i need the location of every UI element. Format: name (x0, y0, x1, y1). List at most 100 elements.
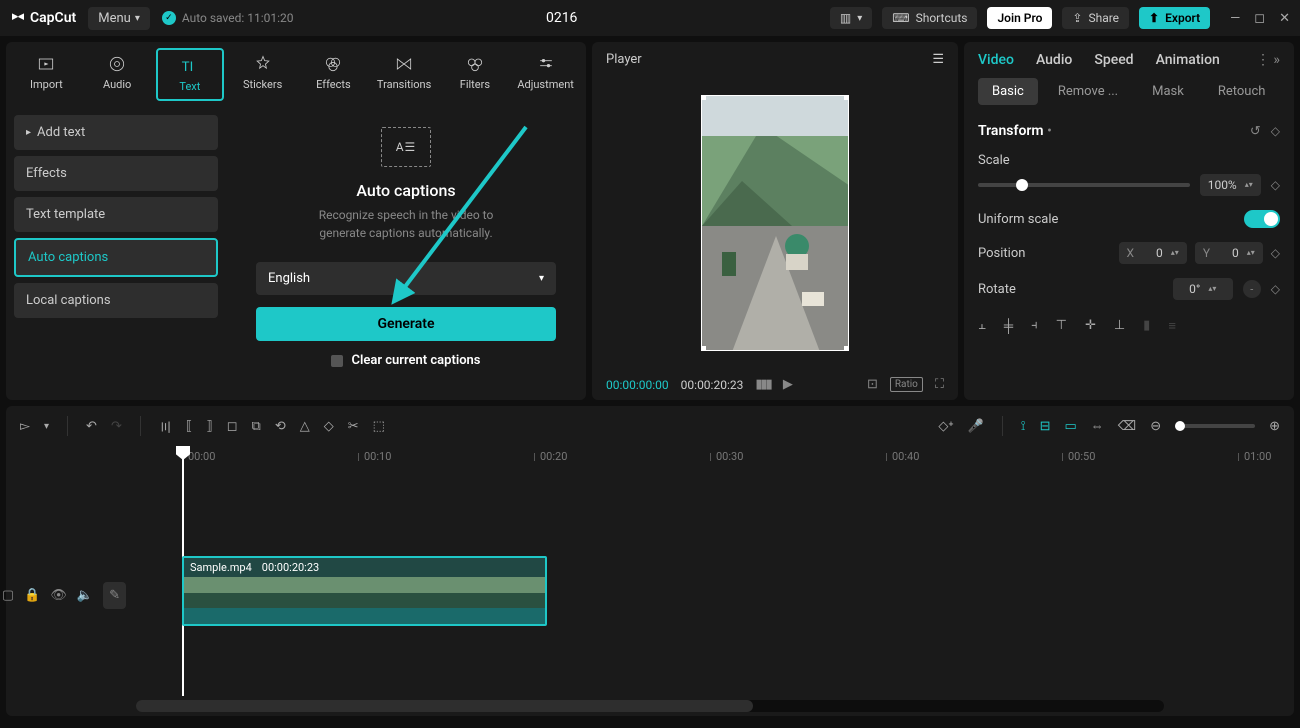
rotate-tool-icon[interactable]: ◇ (324, 419, 334, 434)
crop-icon[interactable]: ◻ (227, 419, 238, 434)
project-title[interactable]: 0216 (306, 10, 818, 26)
minimize-button[interactable]: — (1230, 11, 1240, 26)
export-button[interactable]: ⬆Export (1139, 7, 1210, 29)
align-top-icon[interactable]: ⊤ (1056, 318, 1067, 334)
layout-button[interactable]: ▥▾ (830, 7, 872, 29)
flip-h-icon[interactable]: ▮ (1143, 318, 1150, 334)
tab-animation[interactable]: Animation (1156, 52, 1220, 68)
delete-icon[interactable]: ⌫ (1118, 419, 1136, 434)
pointer-tool-icon[interactable]: ▻ (20, 419, 30, 434)
video-preview[interactable] (701, 95, 849, 351)
tab-audio-prop[interactable]: Audio (1036, 52, 1072, 68)
subtab-retouch[interactable]: Retouch (1204, 78, 1280, 105)
lock-icon[interactable]: 🔒 (24, 588, 40, 603)
subtab-mask[interactable]: Mask (1138, 78, 1198, 105)
tab-text[interactable]: TIText (156, 48, 225, 101)
edit-track-icon[interactable]: ✎ (103, 582, 126, 609)
tab-import[interactable]: Import (14, 48, 79, 101)
timeline-tracks[interactable]: Sample.mp4 00:00:20:23 (136, 470, 1294, 696)
snap-icon[interactable]: ⊡ (867, 377, 878, 392)
chevron-down-icon[interactable]: ▾ (44, 421, 49, 432)
timeline-scrollbar[interactable] (136, 700, 1164, 712)
video-clip[interactable]: Sample.mp4 00:00:20:23 (182, 556, 547, 626)
link-toggle-icon[interactable]: ⊟ (1040, 419, 1051, 434)
undo-icon[interactable]: ↶ (86, 419, 97, 434)
split-icon[interactable]: 〣 (159, 417, 172, 436)
transform-reset[interactable]: ↺◇ (1250, 124, 1280, 139)
shortcuts-button[interactable]: ⌨Shortcuts (882, 7, 977, 29)
mute-icon[interactable]: 🔈 (77, 588, 93, 603)
sidebar-item-add-text[interactable]: ▸Add text (14, 115, 218, 150)
zoom-slider[interactable] (1175, 424, 1255, 428)
player-body[interactable] (592, 77, 958, 369)
keyframe-icon[interactable]: ◇ (1271, 246, 1280, 260)
player-menu-icon[interactable]: ☰ (932, 52, 944, 67)
tab-audio[interactable]: Audio (85, 48, 150, 101)
copy-icon[interactable]: ⧉ (252, 419, 261, 434)
align-center-h-icon[interactable]: ╪ (1004, 318, 1013, 334)
grid-icon[interactable]: ▮▮▮ (755, 377, 770, 392)
magnet-icon[interactable]: ◇⁺ (938, 419, 953, 434)
zoom-in-icon[interactable]: ⊕ (1269, 419, 1280, 434)
menu-button[interactable]: Menu ▾ (88, 7, 150, 30)
sidebar-item-text-template[interactable]: Text template (14, 197, 218, 232)
expand-icon[interactable]: ⇔ (1091, 418, 1104, 434)
clear-captions-checkbox[interactable]: Clear current captions (331, 353, 480, 368)
collapse-icon[interactable]: ▢ (2, 588, 14, 603)
maximize-button[interactable]: ◻ (1254, 11, 1265, 26)
align-right-icon[interactable]: ⫞ (1031, 318, 1038, 334)
pro-tool-icon[interactable]: ⬚ (373, 419, 385, 434)
sidebar-item-effects[interactable]: Effects (14, 156, 218, 191)
scale-slider[interactable] (978, 183, 1190, 187)
uniform-scale-toggle[interactable] (1244, 210, 1280, 228)
reset-icon[interactable]: ↺ (1250, 124, 1261, 139)
scale-value-input[interactable]: 100%▴▾ (1200, 174, 1261, 196)
rotate-dial-icon[interactable]: - (1243, 280, 1261, 298)
language-select[interactable]: English ▾ (256, 262, 556, 295)
play-button[interactable]: ▶ (783, 377, 793, 392)
align-left-icon[interactable]: ⫠ (978, 318, 986, 334)
flip-v-icon[interactable]: ≡ (1168, 318, 1176, 334)
fullscreen-icon[interactable]: ⛶ (935, 377, 944, 392)
keyframe-icon[interactable]: ◇ (1271, 178, 1280, 192)
tab-adjustment[interactable]: Adjustment (513, 48, 578, 101)
share-button[interactable]: ⇪Share (1062, 7, 1129, 29)
mirror-icon[interactable]: △ (300, 419, 310, 434)
eye-icon[interactable]: 👁 (50, 588, 67, 603)
tab-stickers[interactable]: Stickers (230, 48, 295, 101)
redo-icon[interactable]: ↷ (111, 419, 122, 434)
subtab-basic[interactable]: Basic (978, 78, 1038, 105)
stepper-icon[interactable]: ▴▾ (1245, 181, 1253, 189)
subtab-remove-bg[interactable]: Remove ... (1044, 78, 1132, 105)
timeline-ruler[interactable]: 00:00 00:10 00:20 00:30 00:40 00:50 01:0… (136, 446, 1294, 470)
align-bottom-icon[interactable]: ⊥ (1114, 318, 1125, 334)
keyframe-icon[interactable]: ◇ (1271, 124, 1280, 139)
tab-speed[interactable]: Speed (1094, 52, 1133, 68)
tab-video[interactable]: Video (978, 52, 1014, 68)
snap-toggle-icon[interactable]: ⟟ (1021, 419, 1026, 434)
more-tabs-icon[interactable]: ⋮ » (1256, 52, 1280, 68)
sidebar-item-auto-captions[interactable]: Auto captions (14, 238, 218, 277)
keyframe-icon[interactable]: ◇ (1271, 282, 1280, 296)
scrollbar-thumb[interactable] (136, 700, 753, 712)
ratio-button[interactable]: Ratio (890, 377, 923, 392)
align-center-v-icon[interactable]: ✛ (1085, 318, 1096, 334)
preview-toggle-icon[interactable]: ▭ (1065, 419, 1077, 434)
sidebar-item-local-captions[interactable]: Local captions (14, 283, 218, 318)
mic-icon[interactable]: 🎤 (968, 419, 984, 434)
close-button[interactable]: ✕ (1279, 11, 1290, 26)
timeline-body[interactable]: ▢ 🔒 👁 🔈 ✎ Sample.mp4 00:00:20:23 (6, 470, 1294, 696)
join-pro-button[interactable]: Join Pro (987, 7, 1052, 29)
trim-right-icon[interactable]: ⟧ (206, 419, 212, 434)
tab-transitions[interactable]: Transitions (372, 48, 437, 101)
crop-tool-icon[interactable]: ✂ (348, 419, 359, 434)
reverse-icon[interactable]: ⟲ (275, 419, 286, 434)
zoom-out-icon[interactable]: ⊖ (1150, 419, 1161, 434)
tab-filters[interactable]: Filters (443, 48, 508, 101)
position-y-input[interactable]: Y 0▴▾ (1195, 242, 1263, 264)
tab-effects[interactable]: Effects (301, 48, 366, 101)
position-x-input[interactable]: X 0▴▾ (1119, 242, 1187, 264)
rotate-input[interactable]: 0°▴▾ (1173, 278, 1233, 300)
trim-left-icon[interactable]: ⟦ (186, 419, 192, 434)
generate-button[interactable]: Generate (256, 307, 556, 341)
